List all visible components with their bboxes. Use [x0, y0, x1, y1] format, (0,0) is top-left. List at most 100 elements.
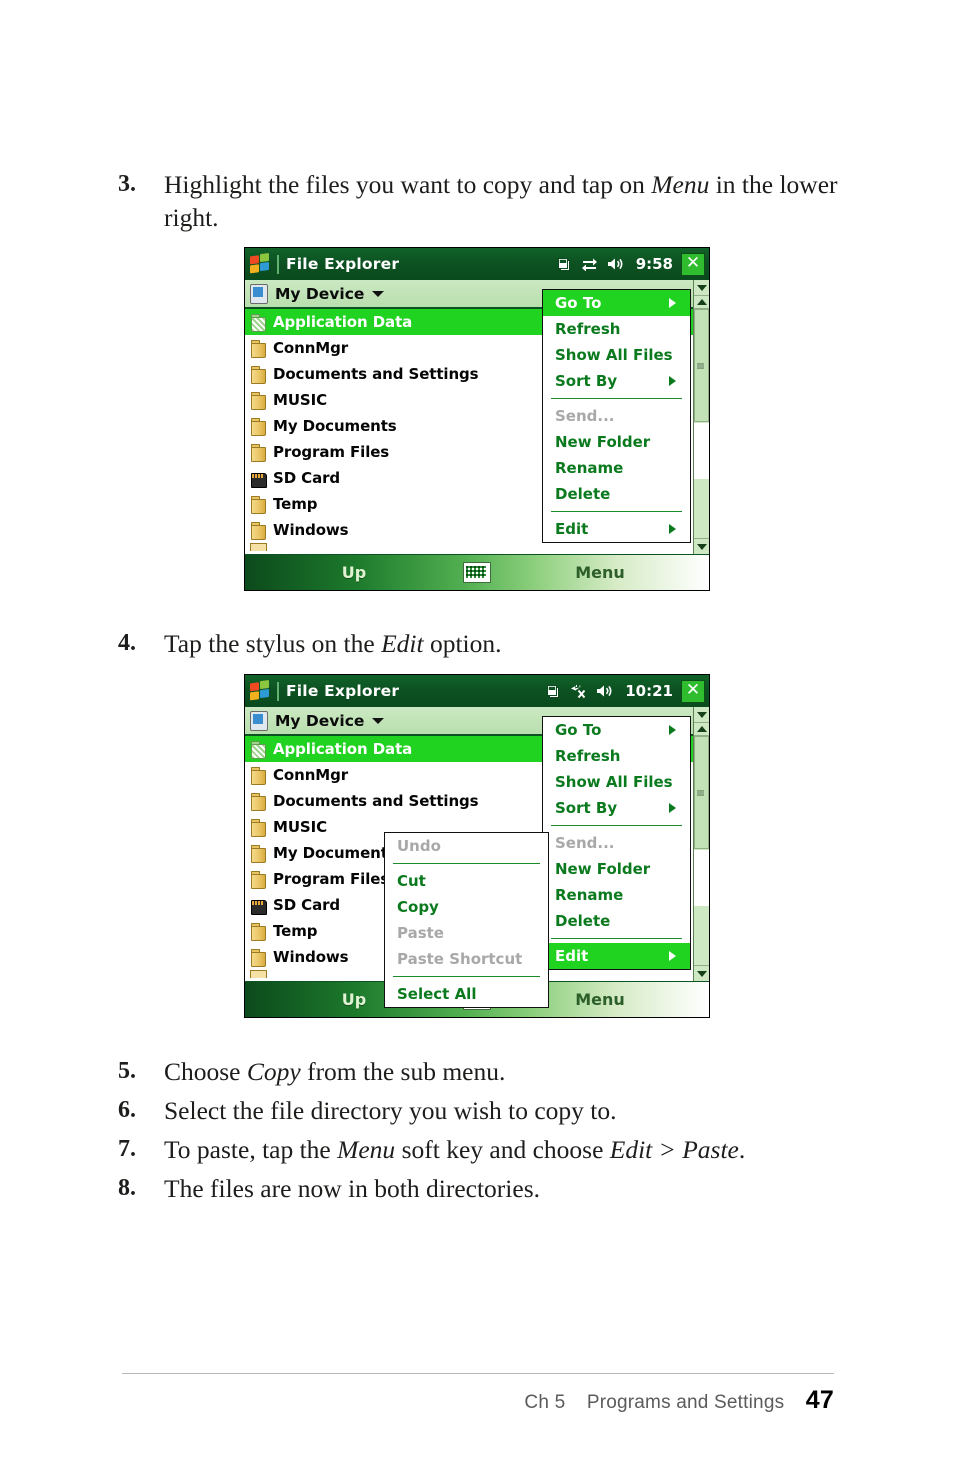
chevron-down-icon[interactable] — [372, 290, 385, 297]
file-name: Program Files — [273, 870, 390, 888]
submenu-arrow-icon — [669, 376, 684, 386]
step-8-number: 8. — [118, 1175, 136, 1201]
step-8-text: The files are now in both directories. — [164, 1172, 848, 1205]
submenu-arrow-icon — [669, 524, 684, 534]
folder-icon — [250, 417, 267, 436]
chevron-down-icon[interactable] — [372, 717, 385, 724]
menu-item[interactable]: Rename — [543, 455, 690, 481]
menu-item[interactable]: Edit — [543, 516, 690, 542]
menu-item[interactable]: Show All Files — [543, 769, 690, 795]
file-name: Temp — [273, 922, 318, 940]
menu-item[interactable]: Refresh — [543, 316, 690, 342]
menu-item[interactable]: Cut — [385, 868, 548, 894]
folder-icon — [250, 792, 267, 811]
connectivity-icon[interactable] — [581, 257, 598, 271]
menu-item-label: Cut — [397, 872, 426, 890]
volume-speaker-icon[interactable] — [607, 257, 625, 271]
folder-icon — [250, 339, 267, 358]
menu-item[interactable]: Go To — [543, 717, 690, 743]
menu-item[interactable]: New Folder — [543, 429, 690, 455]
folder-icon — [250, 766, 267, 785]
menu-item-label: New Folder — [555, 860, 651, 878]
menu-item-label: New Folder — [555, 433, 651, 451]
softkey-up[interactable]: Up — [245, 563, 463, 582]
document-page: 3. Highlight the files you want to copy … — [0, 0, 954, 1475]
menu-item-label: Edit — [555, 947, 589, 965]
folder-icon — [250, 365, 267, 384]
scroll-down-arrow[interactable] — [694, 538, 709, 554]
menu-item-label: Paste Shortcut — [397, 950, 523, 968]
scroll-down-arrow-top[interactable] — [694, 707, 709, 723]
device-label: My Device — [275, 284, 365, 303]
menu-item-label: Send... — [555, 407, 615, 425]
menu-separator — [551, 511, 682, 512]
scroll-up-arrow[interactable] — [694, 296, 709, 309]
scroll-thumb[interactable] — [694, 309, 709, 422]
step-8: 8. The files are now in both directories… — [118, 1172, 848, 1205]
body-text: Select the file directory you wish to co… — [164, 1096, 617, 1125]
step-3-number: 3. — [118, 171, 136, 197]
menu-item[interactable]: Rename — [543, 882, 690, 908]
scroll-track-lower[interactable] — [694, 850, 709, 906]
app-title: File Explorer — [286, 255, 400, 273]
menu-item[interactable]: Sort By — [543, 795, 690, 821]
menu-item[interactable]: Refresh — [543, 743, 690, 769]
scroll-thumb[interactable] — [694, 736, 709, 849]
emphasis-text: Copy — [246, 1057, 301, 1086]
menu-item: Send... — [543, 403, 690, 429]
body-text: from the sub menu. — [300, 1057, 506, 1086]
device-icon — [250, 283, 268, 304]
file-name: Documents and Settings — [273, 792, 479, 810]
file-name: SD Card — [273, 469, 341, 487]
emphasis-text: Menu — [337, 1135, 396, 1164]
folder-icon — [250, 922, 267, 941]
step-4-text: Tap the stylus on the Edit option. — [164, 627, 848, 660]
close-icon[interactable]: ✕ — [681, 679, 705, 703]
menu-item[interactable]: Edit — [543, 943, 690, 969]
device-icon — [250, 710, 268, 731]
title-divider — [277, 681, 279, 701]
folder-icon — [250, 844, 267, 863]
title-bar: File Explorer 10:21 ✕ — [245, 675, 709, 707]
file-name: MUSIC — [273, 391, 327, 409]
step-4-number: 4. — [118, 630, 136, 656]
scroll-track-lower[interactable] — [694, 423, 709, 479]
menu-item-label: Select All — [397, 985, 477, 1003]
menu-item[interactable]: New Folder — [543, 856, 690, 882]
scroll-down-arrow-top[interactable] — [694, 280, 709, 296]
volume-speaker-icon[interactable] — [596, 684, 614, 698]
menu-item[interactable]: Delete — [543, 908, 690, 934]
menu-item: Paste Shortcut — [385, 946, 548, 972]
windows-start-icon[interactable] — [250, 253, 272, 276]
copy-windows-icon[interactable] — [557, 257, 572, 272]
step-6: 6. Select the file directory you wish to… — [118, 1094, 848, 1127]
no-connectivity-icon[interactable] — [570, 684, 587, 699]
file-name: ConnMgr — [273, 766, 349, 784]
vertical-scrollbar[interactable] — [693, 707, 709, 981]
page-footer: Ch 5 Programs and Settings 47 — [122, 1386, 834, 1415]
file-name: Application Data — [273, 740, 413, 758]
menu-item[interactable]: Show All Files — [543, 342, 690, 368]
menu-separator — [551, 398, 682, 399]
file-name: Windows — [273, 948, 349, 966]
app-title: File Explorer — [286, 682, 400, 700]
close-icon[interactable]: ✕ — [681, 252, 705, 276]
menu-item[interactable]: Copy — [385, 894, 548, 920]
vertical-scrollbar[interactable] — [693, 280, 709, 554]
scroll-down-arrow[interactable] — [694, 965, 709, 981]
softkey-menu[interactable]: Menu — [491, 563, 709, 582]
copy-windows-icon[interactable] — [546, 684, 561, 699]
file-list-item-partial[interactable] — [245, 543, 709, 552]
step-5-text: Choose Copy from the sub menu. — [164, 1055, 848, 1088]
menu-item[interactable]: Go To — [543, 290, 690, 316]
windows-start-icon[interactable] — [250, 680, 272, 703]
menu-item[interactable]: Delete — [543, 481, 690, 507]
scroll-up-arrow[interactable] — [694, 723, 709, 736]
menu-item[interactable]: Sort By — [543, 368, 690, 394]
step-7-number: 7. — [118, 1136, 136, 1162]
footer-chapter: Ch 5 — [524, 1392, 566, 1413]
step-3-text: Highlight the files you want to copy and… — [164, 168, 848, 234]
menu-item[interactable]: Select All — [385, 981, 548, 1007]
file-name: MUSIC — [273, 818, 327, 836]
keyboard-icon[interactable] — [463, 562, 491, 583]
